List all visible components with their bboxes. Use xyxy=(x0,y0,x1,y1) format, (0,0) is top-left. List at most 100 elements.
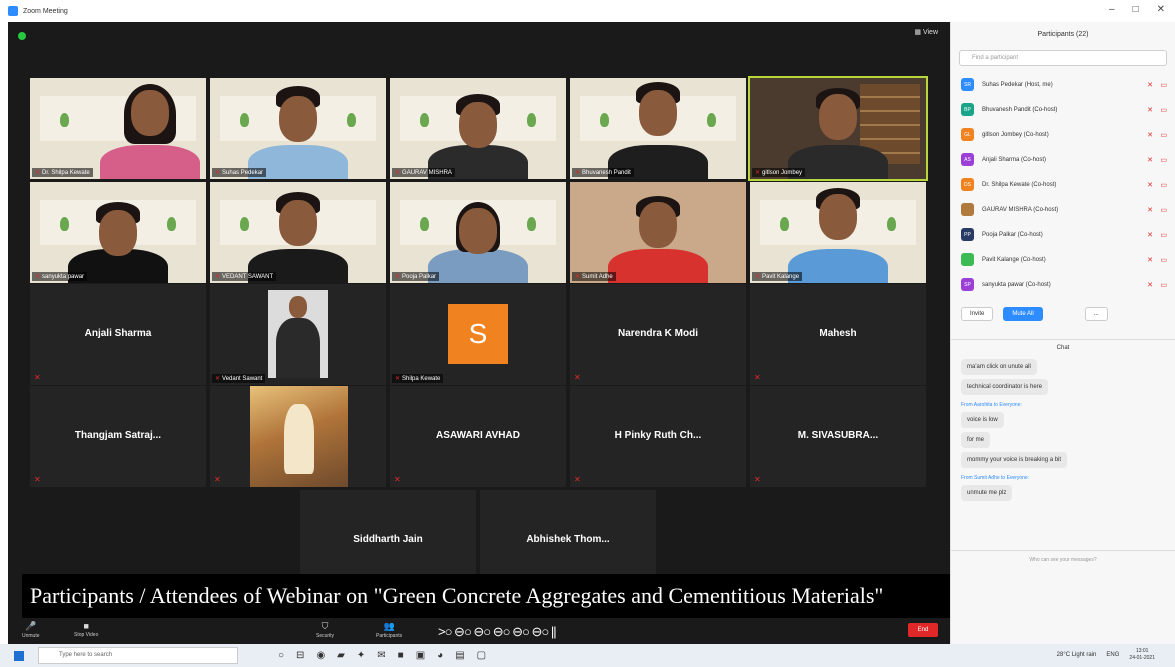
video-off-icon[interactable]: ▭ xyxy=(1160,131,1167,139)
muted-mic-icon[interactable]: ✕ xyxy=(1147,131,1153,139)
name-tile[interactable]: H Pinky Ruth Ch... ✕ xyxy=(570,386,746,487)
stop-video-button[interactable]: ■ Stop Video xyxy=(74,621,98,638)
unmute-button[interactable]: 🎤 Unmute xyxy=(22,621,40,639)
video-off-icon[interactable]: ▭ xyxy=(1160,281,1167,289)
muted-mic-icon[interactable]: ✕ xyxy=(1147,256,1153,264)
video-tile[interactable]: ✕ Bhuvanesh Pandit xyxy=(570,78,746,179)
leaf-logo-icon xyxy=(527,217,536,231)
view-label: View xyxy=(922,29,938,36)
video-off-icon[interactable]: ▭ xyxy=(1160,81,1167,89)
video-tile[interactable]: ✕ Pooja Palkar xyxy=(390,182,566,283)
participant-row[interactable]: BP Bhuvanesh Pandit (Co-host) ✕ ▭ xyxy=(951,97,1175,122)
participant-avatar: GL xyxy=(961,128,974,141)
language-indicator[interactable]: ENG xyxy=(1106,652,1119,658)
muted-mic-icon[interactable]: ✕ xyxy=(1147,181,1153,189)
chat-message: mommy your voice is breaking a bit xyxy=(951,448,1175,468)
participant-caption: ✕ Suhas Pedekar xyxy=(212,168,267,177)
video-off-icon[interactable]: ▭ xyxy=(1160,106,1167,114)
app-icon[interactable]: ■ xyxy=(398,650,404,661)
participant-row[interactable]: DS Dr. Shilpa Kewate (Co-host) ✕ ▭ xyxy=(951,172,1175,197)
participant-row[interactable]: GL gitlson Jombey (Co-host) ✕ ▭ xyxy=(951,122,1175,147)
invite-button[interactable]: Invite xyxy=(961,307,994,321)
chat-input[interactable]: Who can see your messages? xyxy=(951,550,1175,568)
app-icon[interactable]: ✦ xyxy=(357,650,365,661)
photo-tile[interactable]: ✕ xyxy=(210,386,386,487)
participant-row[interactable]: Pavit Kalange (Co-host) ✕ ▭ xyxy=(951,247,1175,272)
file-explorer-icon[interactable]: ▰ xyxy=(337,650,345,661)
meeting-stage: ▦ View ✕ Dr. Shilpa Kewate ✕ Suhas Pedekar… xyxy=(8,22,950,624)
side-panel: Participants (22) Find a participant SR S… xyxy=(950,22,1175,644)
avatar-tile[interactable]: S ✕ Shilpa Kewate xyxy=(390,284,566,385)
photo-body xyxy=(276,318,320,378)
task-view-icon[interactable]: ⊟ xyxy=(296,650,304,661)
app-icon[interactable]: ▤ xyxy=(455,650,464,661)
store-icon[interactable]: ▣ xyxy=(416,650,425,661)
view-button[interactable]: ▦ View xyxy=(914,28,938,36)
video-tile[interactable]: ✕ Suhas Pedekar xyxy=(210,78,386,179)
video-off-icon[interactable]: ▭ xyxy=(1160,231,1167,239)
video-tile[interactable]: ✕ Pavit Kalange xyxy=(750,182,926,283)
active-speaker-video-tile[interactable]: ✕ gitlson Jombey xyxy=(748,76,928,181)
muted-mic-icon[interactable]: ✕ xyxy=(1147,206,1153,214)
video-off-icon[interactable]: ▭ xyxy=(1160,206,1167,214)
maximize-button[interactable]: □ xyxy=(1133,4,1139,15)
participants-button[interactable]: 👥 Participants xyxy=(376,621,402,639)
video-tile[interactable]: ✕ VEDANT SAWANT xyxy=(210,182,386,283)
name-tile[interactable]: ASAWARI AVHAD ✕ xyxy=(390,386,566,487)
clock[interactable]: 13:01 24-01-2021 xyxy=(1129,648,1155,662)
chrome-icon[interactable]: ◕ xyxy=(437,650,443,661)
participant-search-input[interactable]: Find a participant xyxy=(959,50,1167,66)
participant-row[interactable]: GAURAV MISHRA (Co-host) ✕ ▭ xyxy=(951,197,1175,222)
window-controls: – □ ✕ xyxy=(1109,4,1165,15)
video-tile[interactable]: ✕ sanyukta pawar xyxy=(30,182,206,283)
name-tile[interactable]: M. SIVASUBRA... ✕ xyxy=(750,386,926,487)
clock-date: 24-01-2021 xyxy=(1129,655,1155,661)
muted-mic-icon[interactable]: ✕ xyxy=(1147,81,1153,89)
video-tile[interactable]: ✕ GAURAV MISHRA xyxy=(390,78,566,179)
name-tile[interactable]: Narendra K Modi ✕ xyxy=(570,284,746,385)
participant-row[interactable]: SR Suhas Pedekar (Host, me) ✕ ▭ xyxy=(951,72,1175,97)
muted-mic-icon[interactable]: ✕ xyxy=(1147,231,1153,239)
video-tile[interactable]: ✕ Sumit Adhe xyxy=(570,182,746,283)
security-button[interactable]: ⛉ Security xyxy=(316,621,334,639)
minimize-button[interactable]: – xyxy=(1109,4,1115,15)
participant-row[interactable]: SP sanyukta pawar (Co-host) ✕ ▭ xyxy=(951,272,1175,297)
person-head xyxy=(99,210,137,256)
participant-name: Siddharth Jain xyxy=(353,534,423,545)
caption-name: Pavit Kalange xyxy=(762,274,800,280)
video-off-icon[interactable]: ▭ xyxy=(1160,256,1167,264)
video-off-icon[interactable]: ▭ xyxy=(1160,181,1167,189)
video-off-icon[interactable]: ▭ xyxy=(1160,156,1167,164)
weather-text[interactable]: 28°C Light rain xyxy=(1057,652,1097,658)
muted-mic-icon[interactable]: ✕ xyxy=(1147,106,1153,114)
muted-mic-icon: ✕ xyxy=(214,475,221,484)
close-button[interactable]: ✕ xyxy=(1157,4,1165,15)
end-meeting-button[interactable]: End xyxy=(908,623,938,637)
leaf-logo-icon xyxy=(240,217,249,231)
participant-name: Anjali Sharma (Co-host) xyxy=(982,156,1047,163)
mute-all-button[interactable]: Mute All xyxy=(1003,307,1043,321)
muted-mic-icon: ✕ xyxy=(395,170,401,176)
more-options-button[interactable]: ... xyxy=(1084,307,1108,321)
mail-icon[interactable]: ✉ xyxy=(377,650,385,661)
video-tile[interactable]: ✕ Dr. Shilpa Kewate xyxy=(30,78,206,179)
encryption-shield-icon[interactable] xyxy=(18,32,26,40)
participant-row[interactable]: AS Anjali Sharma (Co-host) ✕ ▭ xyxy=(951,147,1175,172)
taskbar-search-input[interactable]: Type here to search xyxy=(38,647,238,664)
muted-mic-icon[interactable]: ✕ xyxy=(1147,281,1153,289)
photo-tile[interactable]: ✕ Vedant Sawant xyxy=(210,284,386,385)
name-tile[interactable]: Mahesh ✕ xyxy=(750,284,926,385)
zoom-icon[interactable]: ▢ xyxy=(477,650,486,661)
participant-row[interactable]: PP Pooja Palkar (Co-host) ✕ ▭ xyxy=(951,222,1175,247)
cortana-icon[interactable]: ○ xyxy=(278,650,284,661)
browser-icon[interactable]: ◉ xyxy=(316,650,325,661)
unmute-label: Unmute xyxy=(22,633,40,639)
muted-mic-icon[interactable]: ✕ xyxy=(1147,156,1153,164)
windows-start-icon[interactable] xyxy=(14,650,24,661)
name-tile[interactable]: Thangjam Satraj... ✕ xyxy=(30,386,206,487)
chat-bubble: ma'am click on unute all xyxy=(961,359,1037,375)
name-tile[interactable]: Anjali Sharma ✕ xyxy=(30,284,206,385)
participant-actions: Invite Mute All ... xyxy=(951,297,1175,321)
title-bar: Zoom Meeting – □ ✕ xyxy=(0,0,1175,22)
participant-caption: ✕ Dr. Shilpa Kewate xyxy=(32,168,93,177)
